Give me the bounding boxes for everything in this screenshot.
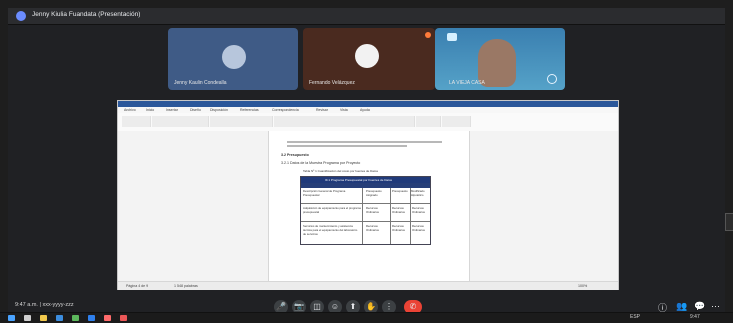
meeting-code: xxx-yyyy-zzz	[42, 302, 74, 308]
table-cell: Servicios de mantenimiento y asistencia …	[303, 224, 358, 236]
table-header: Presupuesto	[392, 189, 408, 193]
styles-group[interactable]	[274, 116, 415, 127]
table-cell: Recursos Ordinarios	[392, 224, 405, 232]
voice-group[interactable]	[442, 116, 471, 127]
table-header: Modificado Hipotético	[411, 189, 425, 197]
media-icon[interactable]	[120, 315, 127, 321]
menu-item[interactable]: Revisar	[316, 108, 328, 112]
doc-heading-2: 3.2.1 Datos de la Muestra Programa por P…	[281, 161, 361, 165]
stream-logo-icon	[447, 33, 457, 41]
menu-item[interactable]: Disposición	[210, 108, 228, 112]
participant-avatar	[222, 45, 246, 69]
activities-icon[interactable]: ⋯	[711, 301, 720, 312]
table-divider	[301, 221, 430, 222]
window-titlebar: Jenny Kiulia Fuandata (Presentación)	[8, 8, 725, 25]
edge-icon[interactable]	[56, 315, 63, 321]
menu-item[interactable]: Correspondencia	[272, 108, 299, 112]
word-count: 1 548 palabras	[174, 284, 198, 288]
menu-item[interactable]: Ayuda	[360, 108, 370, 112]
table-cell: Recursos Ordinarios	[366, 224, 379, 232]
table-divider	[410, 188, 411, 244]
table-header: Presupuesto Asignado	[366, 189, 382, 197]
table-cell: Recursos Ordinarios	[392, 206, 405, 214]
word-ribbon	[118, 113, 618, 132]
participant-name: Fernando Velázquez	[309, 80, 355, 86]
word-icon[interactable]	[88, 315, 95, 321]
side-panel-toggle-icon[interactable]	[725, 213, 733, 231]
clock[interactable]: 9:47	[690, 314, 700, 320]
menu-item[interactable]: Archivo	[124, 108, 136, 112]
shared-screen[interactable]: Archivo Inicio Insertar Diseño Disposici…	[117, 100, 619, 292]
data-table: III.1 Programa Presupuestal por Fuentes …	[300, 176, 431, 245]
menu-item[interactable]: Diseño	[190, 108, 201, 112]
font-group[interactable]	[152, 116, 209, 127]
table-divider	[390, 188, 391, 244]
menu-item[interactable]: Referencias	[240, 108, 259, 112]
meeting-controls: 9:47 a.m. | xxx-yyyy-zzz 🎤 📷 ◫ ☺ ⬆ ✋ ⋮ ✆…	[8, 290, 725, 314]
participant-name: Jenny Kaulin Condealla	[174, 80, 227, 86]
store-icon[interactable]	[72, 315, 79, 321]
start-icon[interactable]	[8, 315, 15, 321]
clipboard-group[interactable]	[122, 116, 151, 127]
participant-tile-1[interactable]: Jenny Kaulin Condealla	[168, 28, 298, 90]
editing-group[interactable]	[416, 116, 441, 127]
participant-tile-2[interactable]: Fernando Velázquez	[303, 28, 435, 90]
speaking-indicator	[425, 32, 431, 38]
zoom-level[interactable]: 100%	[578, 284, 587, 288]
text-line	[287, 145, 407, 147]
chat-icon[interactable]: 💬	[694, 301, 705, 312]
menu-item[interactable]: Insertar	[166, 108, 178, 112]
document-page[interactable]: 3.2 Presupuesto 3.2.1 Datos de la Muestr…	[268, 131, 470, 291]
menu-item[interactable]: Vista	[340, 108, 348, 112]
table-cell: Recursos Ordinarios	[366, 206, 379, 214]
language-indicator[interactable]: ESP	[630, 314, 640, 320]
table-cell: Recursos Ordinarios	[412, 206, 425, 214]
chrome-icon[interactable]	[104, 315, 111, 321]
meeting-time-value: 9:47 a.m.	[15, 302, 38, 308]
page-count: Página 4 de 9	[126, 284, 149, 288]
participant-name: LA VIEJA CASA	[449, 80, 485, 86]
doc-heading-1: 3.2 Presupuesto	[281, 153, 309, 157]
meeting-time: 9:47 a.m. | xxx-yyyy-zzz	[15, 302, 74, 308]
mic-icon	[547, 74, 557, 84]
meeting-window: Jenny Kiulia Fuandata (Presentación) Jen…	[8, 8, 733, 314]
menu-item[interactable]: Inicio	[146, 108, 154, 112]
table-cell: Adquisición de equipamiento para el prog…	[303, 206, 361, 214]
table-header: Descripción General de Programa Presupue…	[303, 189, 346, 197]
participant-avatar	[355, 44, 379, 68]
participant-tile-3[interactable]: LA VIEJA CASA	[435, 28, 565, 90]
table-cell: Recursos Ordinarios	[412, 224, 425, 232]
left-workspace	[118, 131, 268, 281]
table-caption: Tabla Nº 1 Cuantificación del costo por …	[303, 169, 378, 173]
table-divider	[362, 188, 363, 244]
meet-app-icon	[16, 11, 26, 21]
right-workspace	[468, 131, 618, 281]
files-icon[interactable]	[40, 315, 47, 321]
table-subtitle: III.1 Programa Presupuestal por Fuentes …	[325, 178, 393, 182]
search-icon[interactable]	[24, 315, 31, 321]
text-line	[287, 141, 442, 143]
paragraph-group[interactable]	[210, 116, 273, 127]
windows-taskbar: ESP 9:47	[0, 312, 733, 323]
people-icon[interactable]: 👥	[676, 301, 687, 312]
window-title: Jenny Kiulia Fuandata (Presentación)	[32, 11, 141, 18]
